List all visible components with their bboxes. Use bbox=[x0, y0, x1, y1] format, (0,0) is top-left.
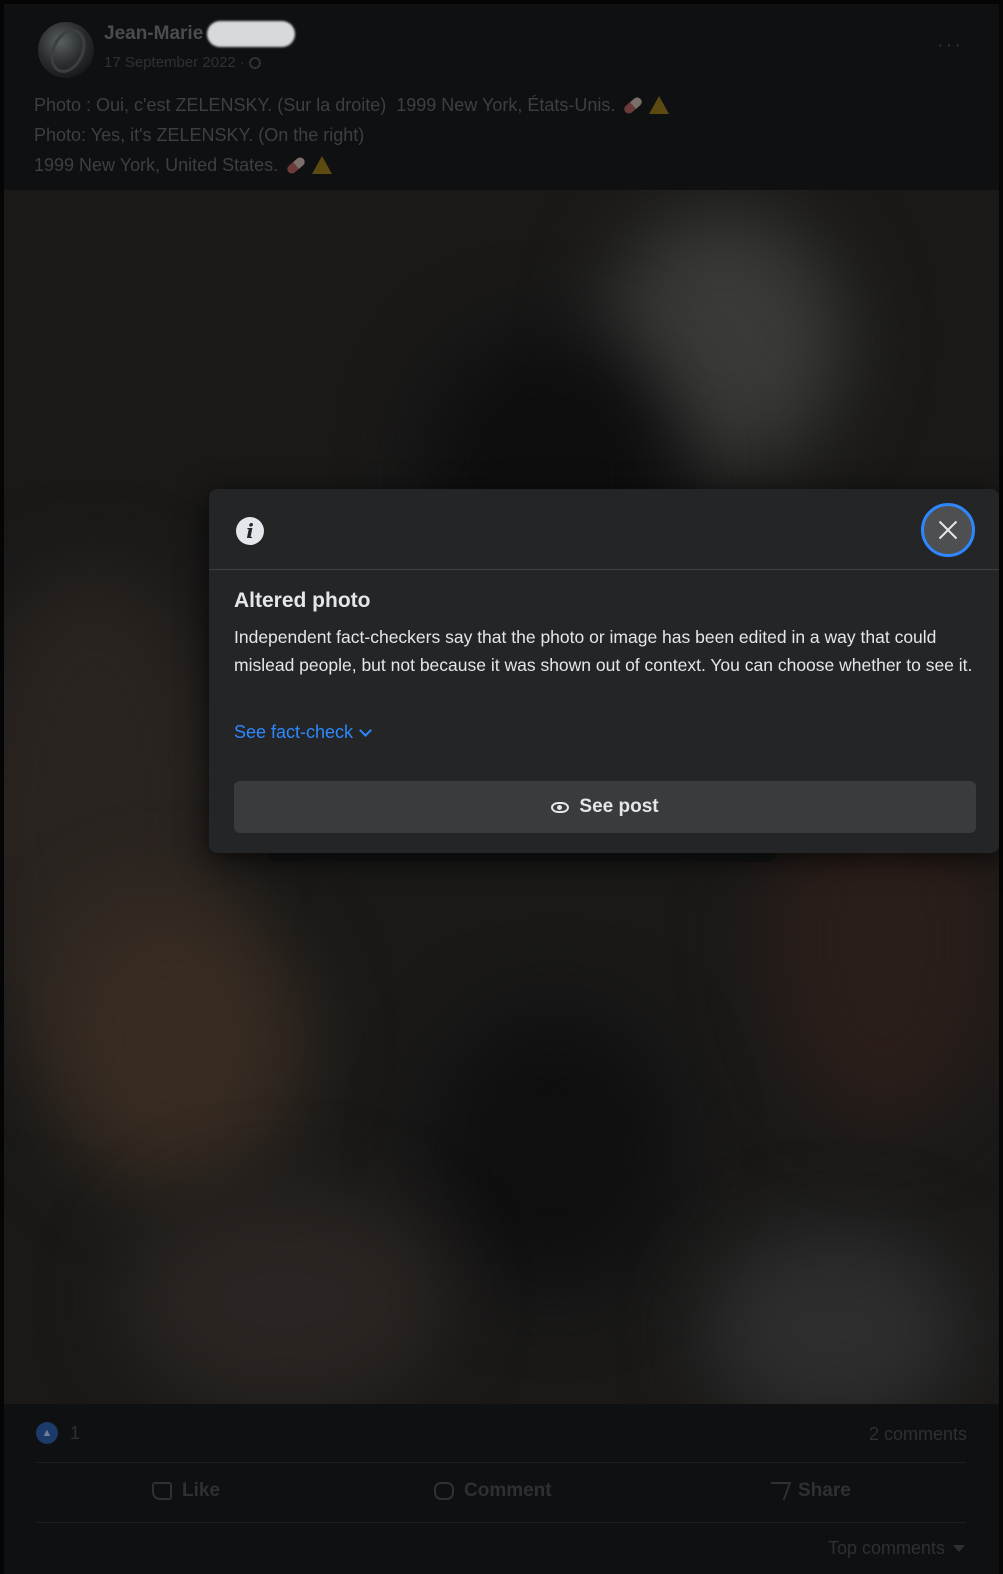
share-icon bbox=[764, 1482, 792, 1500]
caret-down-icon bbox=[953, 1545, 965, 1552]
sort-label: Top comments bbox=[827, 1538, 945, 1558]
reaction-count: 1 bbox=[70, 1422, 81, 1443]
author-line: Jean-Marie bbox=[104, 20, 296, 48]
comment-count[interactable]: 2 comments bbox=[869, 1424, 967, 1445]
info-icon: i bbox=[236, 517, 264, 545]
reactions-summary[interactable]: ▲ 1 bbox=[36, 1422, 80, 1444]
comment-label: Comment bbox=[464, 1480, 552, 1501]
pill-emoji-icon bbox=[285, 155, 307, 175]
fact-check-label: See fact-check bbox=[234, 722, 354, 742]
like-badge-icon: ▲ bbox=[36, 1422, 58, 1444]
like-label: Like bbox=[182, 1480, 221, 1501]
comment-sort-dropdown[interactable]: Top comments bbox=[828, 1538, 965, 1559]
caption-text: Photo : Oui, c'est ZELENSKY. (Sur la dro… bbox=[34, 95, 616, 115]
caption-line: 1999 New York, United States. bbox=[34, 150, 669, 180]
author-name[interactable]: Jean-Marie bbox=[104, 23, 203, 45]
share-label: Share bbox=[798, 1480, 851, 1501]
warning-emoji-icon bbox=[649, 96, 670, 114]
close-button[interactable] bbox=[921, 503, 975, 557]
share-button[interactable]: Share bbox=[764, 1480, 851, 1502]
post-caption: Photo : Oui, c'est ZELENSKY. (Sur la dro… bbox=[34, 90, 670, 180]
comment-button[interactable]: Comment bbox=[434, 1480, 552, 1502]
fact-check-dialog: i Altered photo Independent fact-checker… bbox=[209, 489, 999, 853]
redaction-mark bbox=[207, 21, 296, 47]
caption-text: Photo: Yes, it's ZELENSKY. (On the right… bbox=[34, 125, 365, 145]
see-post-button[interactable]: See post bbox=[234, 781, 976, 833]
dialog-title: Altered photo bbox=[234, 589, 371, 612]
globe-icon bbox=[248, 56, 261, 69]
caption-text: 1999 New York, United States. bbox=[34, 155, 279, 175]
caption-line: Photo : Oui, c'est ZELENSKY. (Sur la dro… bbox=[34, 90, 670, 120]
post-date[interactable]: 17 September 2022 · bbox=[104, 54, 245, 71]
divider bbox=[36, 1522, 966, 1523]
dialog-body: Independent fact-checkers say that the p… bbox=[234, 627, 973, 675]
divider bbox=[36, 1462, 966, 1463]
caption-line: Photo: Yes, it's ZELENSKY. (On the right… bbox=[34, 120, 669, 150]
warning-emoji-icon bbox=[312, 156, 333, 174]
see-fact-check-link[interactable]: See fact-check bbox=[234, 722, 372, 743]
comment-icon bbox=[434, 1482, 454, 1500]
pill-emoji-icon bbox=[622, 95, 644, 115]
dialog-divider bbox=[209, 569, 999, 570]
thumb-up-icon bbox=[152, 1482, 172, 1500]
see-post-label: See post bbox=[579, 796, 659, 817]
avatar[interactable] bbox=[38, 22, 94, 78]
like-button[interactable]: Like bbox=[152, 1480, 220, 1502]
eye-icon bbox=[551, 801, 570, 813]
close-icon bbox=[936, 518, 960, 542]
post-meta: 17 September 2022 · bbox=[104, 54, 261, 71]
chevron-down-icon bbox=[359, 723, 372, 737]
more-options-button[interactable]: ··· bbox=[937, 34, 963, 57]
